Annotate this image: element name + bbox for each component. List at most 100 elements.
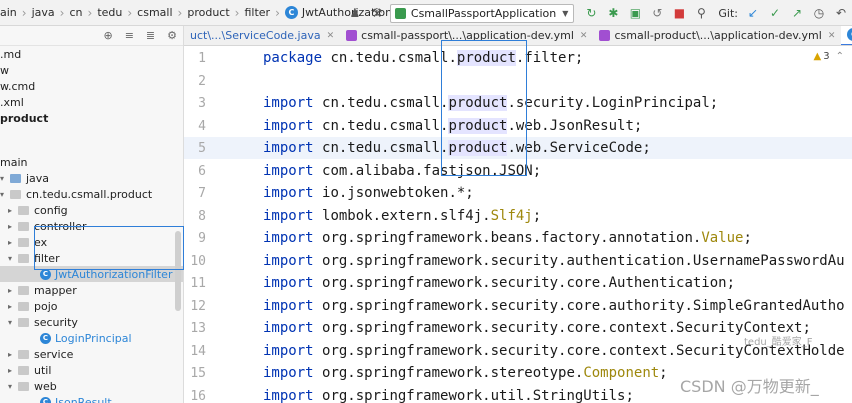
class-icon: C xyxy=(40,332,51,344)
code-line[interactable]: import org.springframework.security.core… xyxy=(263,320,811,336)
rerun-icon[interactable]: ↻ xyxy=(582,4,600,22)
breadcrumb-item[interactable]: ain xyxy=(0,6,17,19)
tree-item-label: .md xyxy=(0,47,22,61)
code-line[interactable]: import org.springframework.util.StringUt… xyxy=(263,388,634,403)
tree-item-label: security xyxy=(34,315,78,329)
chevron-down-icon[interactable]: ▾ xyxy=(8,382,18,391)
run-configuration-select[interactable]: CsmallPassportApplication ▼ xyxy=(389,3,575,23)
tree-item[interactable]: .xml xyxy=(0,94,24,110)
tree-item[interactable]: ▸ config xyxy=(8,202,68,218)
chevron-right-icon[interactable]: ▸ xyxy=(8,206,18,215)
code-line[interactable]: import org.springframework.security.auth… xyxy=(263,253,845,269)
chevron-right-icon: › xyxy=(177,5,183,20)
tab[interactable]: csmall-product\...\application-dev.yml ✕ xyxy=(593,26,841,45)
chevron-down-icon[interactable]: ▾ xyxy=(8,318,18,327)
git-rollback-icon[interactable]: ↶ xyxy=(832,4,850,22)
tree-item-label: JsonResult xyxy=(55,395,112,403)
tree-item[interactable]: ▸ pojo xyxy=(8,298,58,314)
code-line[interactable]: import io.jsonwebtoken.*; xyxy=(263,185,474,201)
tab[interactable]: uct\...\ServiceCode.java ✕ xyxy=(184,26,340,45)
breadcrumb-item[interactable]: java xyxy=(32,6,55,19)
locate-icon[interactable]: ⊕ xyxy=(103,29,112,42)
folder-icon xyxy=(18,301,29,311)
hammer-icon[interactable]: ⚒ xyxy=(368,4,386,22)
tree-item[interactable]: ▸ mapper xyxy=(8,282,77,298)
tree-item[interactable]: main xyxy=(0,154,27,170)
line-number: 2 xyxy=(198,73,206,89)
warning-count: 3 xyxy=(823,51,830,62)
close-icon[interactable]: ✕ xyxy=(828,31,836,41)
code-keyword: import xyxy=(263,387,314,403)
user-icon[interactable]: ♟ xyxy=(346,4,364,22)
watermark-small: tedu_酷爱家_F xyxy=(744,337,813,348)
chevron-right-icon: › xyxy=(21,5,27,20)
tree-item[interactable]: w.cmd xyxy=(0,78,35,94)
code-keyword: import xyxy=(263,140,314,156)
git-update-icon[interactable]: ↙ xyxy=(744,4,762,22)
profile-icon[interactable]: ↺ xyxy=(648,4,666,22)
git-history-icon[interactable]: ◷ xyxy=(810,4,828,22)
chevron-right-icon[interactable]: ▸ xyxy=(8,350,18,359)
chevron-right-icon[interactable]: ▸ xyxy=(8,366,18,375)
folder-icon xyxy=(18,365,29,375)
tree-item-label: cn.tedu.csmall.product xyxy=(26,187,153,201)
breadcrumb-item[interactable]: filter xyxy=(244,6,270,19)
breadcrumb-item[interactable]: csmall xyxy=(137,6,172,19)
chevron-down-icon[interactable]: ▾ xyxy=(0,174,10,183)
stop-icon[interactable]: ■ xyxy=(670,4,688,22)
chevron-right-icon[interactable]: ▸ xyxy=(8,222,18,231)
search-everywhere-icon[interactable]: ⚲ xyxy=(692,4,710,22)
coverage-icon[interactable]: ▣ xyxy=(626,4,644,22)
breadcrumb-item[interactable]: tedu xyxy=(97,6,122,19)
tree-item-class[interactable]: C LoginPrincipal xyxy=(40,330,132,346)
tree-item-label: java xyxy=(26,171,50,185)
chevron-right-icon[interactable]: ▸ xyxy=(8,286,18,295)
tree-item[interactable]: ▾ cn.tedu.csmall.product xyxy=(0,186,152,202)
line-number: 16 xyxy=(190,388,206,403)
code-line[interactable]: import lombok.extern.slf4j.Slf4j; xyxy=(263,208,541,224)
git-commit-icon[interactable]: ✓ xyxy=(766,4,784,22)
run-configuration-label: CsmallPassportApplication xyxy=(410,6,557,20)
code-line[interactable]: import org.springframework.security.core… xyxy=(263,275,735,291)
breadcrumb-item[interactable]: product xyxy=(187,6,229,19)
debug-icon[interactable]: ✱ xyxy=(604,4,622,22)
collapse-all-icon[interactable]: ≡ xyxy=(125,29,134,42)
tree-item[interactable]: ▸ service xyxy=(8,346,73,362)
gear-icon[interactable]: ⚙ xyxy=(167,29,177,42)
close-icon[interactable]: ✕ xyxy=(327,31,335,41)
tree-item-label: web xyxy=(34,379,57,393)
tree-item[interactable]: .md xyxy=(0,46,21,62)
close-icon[interactable]: ✕ xyxy=(580,31,588,41)
tree-item-label: config xyxy=(34,203,68,217)
tree-item-class[interactable]: C JsonResult xyxy=(40,394,112,403)
folder-icon xyxy=(18,285,29,295)
tab-active[interactable]: CJwtAuthorizationFilter✕ xyxy=(841,26,852,45)
chevron-right-icon: › xyxy=(59,5,65,20)
code-keyword: import xyxy=(263,365,314,381)
chevron-down-icon[interactable]: ▾ xyxy=(0,190,10,199)
code-line[interactable]: import org.springframework.stereotype.Co… xyxy=(263,365,668,381)
chevron-right-icon[interactable]: ▸ xyxy=(8,238,18,247)
breadcrumb-item[interactable]: cn xyxy=(69,6,82,19)
code-line[interactable]: package cn.tedu.csmall.product.filter; xyxy=(263,50,583,66)
tree-item-label: util xyxy=(34,363,52,377)
tree-item[interactable]: ▾ web xyxy=(8,378,57,394)
tree-item[interactable]: w xyxy=(0,62,9,78)
tree-item[interactable]: product xyxy=(0,110,48,126)
tree-item[interactable]: ▾ security xyxy=(8,314,78,330)
folder-icon xyxy=(18,381,29,391)
code-line[interactable]: import org.springframework.beans.factory… xyxy=(263,230,752,246)
git-push-icon[interactable]: ↗ xyxy=(788,4,806,22)
chevron-right-icon: › xyxy=(234,5,240,20)
line-number: 8 xyxy=(198,208,206,224)
code-line[interactable]: import org.springframework.security.core… xyxy=(263,298,845,314)
chevron-down-icon[interactable]: ▾ xyxy=(8,254,18,263)
code-keyword: import xyxy=(263,342,314,359)
tree-item[interactable]: ▸ util xyxy=(8,362,51,378)
tree-item[interactable]: ▾ java xyxy=(0,170,49,186)
line-number: 12 xyxy=(190,298,206,314)
expand-all-icon[interactable]: ≣ xyxy=(146,29,155,42)
line-number: 13 xyxy=(190,321,206,336)
chevron-right-icon[interactable]: ▸ xyxy=(8,302,18,311)
inspection-widget[interactable]: ▲ 3 ⌃ xyxy=(814,51,844,62)
